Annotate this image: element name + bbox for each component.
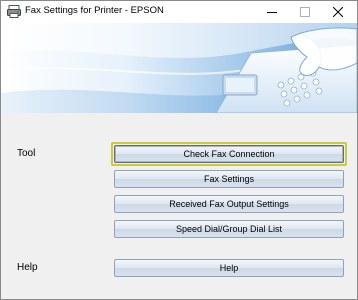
tool-section-label: Tool bbox=[17, 148, 36, 159]
banner-illustration bbox=[1, 23, 357, 113]
main-content: Tool Check Fax Connection Fax Settings R… bbox=[1, 113, 357, 299]
speed-dial-group-dial-list-button[interactable]: Speed Dial/Group Dial List bbox=[114, 220, 344, 238]
minimize-button[interactable] bbox=[257, 1, 287, 23]
received-fax-output-settings-button[interactable]: Received Fax Output Settings bbox=[114, 195, 344, 213]
fax-settings-window: Fax Settings for Printer - EPSON Tool Ch… bbox=[0, 0, 358, 300]
help-section-label: Help bbox=[17, 262, 38, 273]
printer-fax-icon bbox=[7, 5, 21, 18]
fax-settings-button[interactable]: Fax Settings bbox=[114, 170, 344, 188]
check-fax-connection-button[interactable]: Check Fax Connection bbox=[114, 145, 344, 163]
maximize-button[interactable] bbox=[290, 1, 320, 23]
help-button[interactable]: Help bbox=[114, 259, 344, 277]
title-bar[interactable]: Fax Settings for Printer - EPSON bbox=[1, 1, 357, 23]
close-button[interactable] bbox=[323, 1, 353, 23]
minimize-icon bbox=[267, 12, 277, 13]
close-icon bbox=[333, 7, 343, 17]
header-banner bbox=[1, 23, 357, 113]
maximize-icon bbox=[300, 7, 310, 17]
window-title: Fax Settings for Printer - EPSON bbox=[25, 5, 164, 16]
